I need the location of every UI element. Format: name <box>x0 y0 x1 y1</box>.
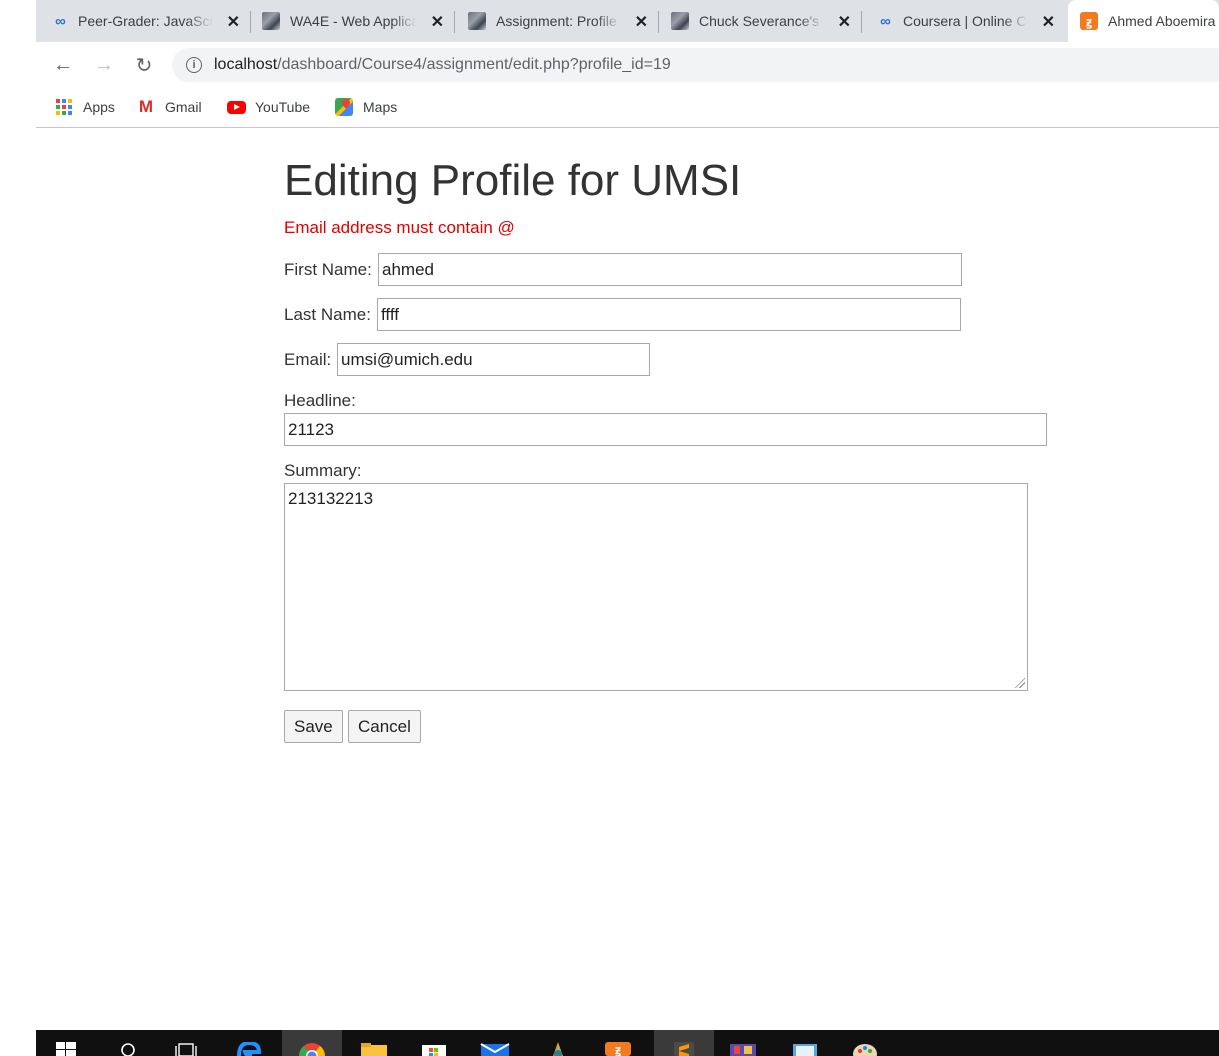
last-name-label: Last Name: <box>284 305 371 324</box>
bookmark-label: Gmail <box>165 99 202 115</box>
tab-label: Chuck Severance's <box>699 13 820 29</box>
tab-separator <box>861 11 862 33</box>
tab-bar: ∞ Peer-Grader: JavaScript ✕ WA4E - Web A… <box>36 0 1219 42</box>
tab-chuck-severance[interactable]: Chuck Severance's ✕ <box>671 0 861 42</box>
close-icon[interactable]: ✕ <box>1042 12 1055 32</box>
game-icon[interactable] <box>541 1030 575 1056</box>
paint-icon[interactable] <box>848 1030 882 1056</box>
first-name-input[interactable]: ahmed <box>378 253 962 286</box>
xampp-icon[interactable]: ꙃ <box>601 1030 635 1056</box>
headline-label: Headline: <box>284 391 356 410</box>
tab-peer-grader[interactable]: ∞ Peer-Grader: JavaScript ✕ <box>50 0 250 42</box>
tab-separator <box>250 11 251 33</box>
chuck-photo-icon <box>468 12 486 30</box>
sublime-icon[interactable] <box>654 1030 714 1056</box>
coursera-icon: ∞ <box>880 12 891 30</box>
windows-start-icon[interactable] <box>52 1030 80 1056</box>
first-name-label: First Name: <box>284 260 372 279</box>
maps-icon <box>334 98 354 116</box>
chrome-icon[interactable] <box>282 1030 342 1056</box>
store-icon[interactable] <box>418 1030 450 1056</box>
email-label: Email: <box>284 350 332 369</box>
tab-wa4e[interactable]: WA4E - Web Applications ✕ <box>262 0 454 42</box>
info-icon[interactable]: i <box>186 57 202 73</box>
tab-label: WA4E - Web Applications <box>290 13 417 29</box>
url-text[interactable]: localhost/dashboard/Course4/assignment/e… <box>214 56 671 74</box>
screen-edge <box>0 0 36 1056</box>
email-input[interactable]: umsi@umich.edu <box>337 343 650 376</box>
bookmark-label: Maps <box>363 99 398 115</box>
tab-label: Ahmed Aboemira <box>1108 13 1216 29</box>
apps-grid-icon <box>54 98 74 116</box>
error-message: Email address must contain @ <box>284 218 515 237</box>
notepad-icon[interactable] <box>788 1030 822 1056</box>
coursera-icon: ∞ <box>55 12 66 30</box>
tab-coursera[interactable]: ∞ Coursera | Online Courses ✕ <box>875 0 1065 42</box>
xampp-icon: ꙃ <box>1080 12 1098 30</box>
save-button[interactable]: Save <box>284 710 343 743</box>
close-icon[interactable]: ✕ <box>838 12 851 32</box>
tab-separator <box>658 11 659 33</box>
summary-text: 213132213 <box>288 489 374 508</box>
url-host: localhost <box>214 56 278 73</box>
tab-ahmed-active[interactable]: ꙃ Ahmed Aboemira <box>1068 0 1219 42</box>
summary-textarea[interactable]: 213132213 <box>284 483 1028 691</box>
headline-input[interactable]: 21123 <box>284 413 1047 446</box>
file-explorer-icon[interactable] <box>358 1030 390 1056</box>
windows-taskbar: ꙃ <box>36 1030 1219 1056</box>
bookmark-label: Apps <box>83 99 115 115</box>
browser-toolbar: ← → ↻ i localhost/dashboard/Course4/assi… <box>36 42 1219 88</box>
bookmark-gmail[interactable]: M Gmail <box>136 96 202 118</box>
youtube-icon <box>226 98 246 116</box>
forward-arrow-icon[interactable]: → <box>91 52 117 78</box>
tab-assignment[interactable]: Assignment: Profile ✕ <box>468 0 658 42</box>
url-path: /dashboard/Course4/assignment/edit.php?p… <box>277 56 671 73</box>
chuck-photo-icon <box>671 12 689 30</box>
bookmarks-bar: Apps M Gmail YouTube Maps <box>36 88 1219 128</box>
close-icon[interactable]: ✕ <box>227 12 240 32</box>
summary-label: Summary: <box>284 461 362 480</box>
bookmark-maps[interactable]: Maps <box>334 96 397 118</box>
address-bar[interactable]: i localhost/dashboard/Course4/assignment… <box>172 48 1219 82</box>
last-name-input[interactable]: ffff <box>377 298 961 331</box>
svg-text:ꙃ: ꙃ <box>615 1043 621 1056</box>
back-arrow-icon[interactable]: ← <box>50 52 76 78</box>
bookmark-youtube[interactable]: YouTube <box>226 96 310 118</box>
task-view-icon[interactable] <box>172 1030 200 1056</box>
tab-separator <box>454 11 455 33</box>
mail-icon[interactable] <box>478 1030 512 1056</box>
reload-icon[interactable]: ↻ <box>131 52 157 78</box>
tab-label: Assignment: Profile <box>496 13 617 29</box>
bookmark-label: YouTube <box>255 99 311 115</box>
bookmark-apps[interactable]: Apps <box>54 96 115 118</box>
page-title: Editing Profile for UMSI <box>284 156 742 205</box>
tab-label: Peer-Grader: JavaScript <box>78 13 213 29</box>
edge-icon[interactable] <box>232 1030 266 1056</box>
cancel-button[interactable]: Cancel <box>348 710 421 743</box>
search-icon[interactable] <box>116 1030 140 1056</box>
close-icon[interactable]: ✕ <box>431 12 444 32</box>
app-icon[interactable] <box>726 1030 760 1056</box>
chuck-photo-icon <box>262 12 280 30</box>
close-icon[interactable]: ✕ <box>635 12 648 32</box>
resize-grip-icon[interactable] <box>1015 678 1025 688</box>
tab-label: Coursera | Online Courses <box>903 13 1028 29</box>
gmail-icon: M <box>138 97 154 116</box>
